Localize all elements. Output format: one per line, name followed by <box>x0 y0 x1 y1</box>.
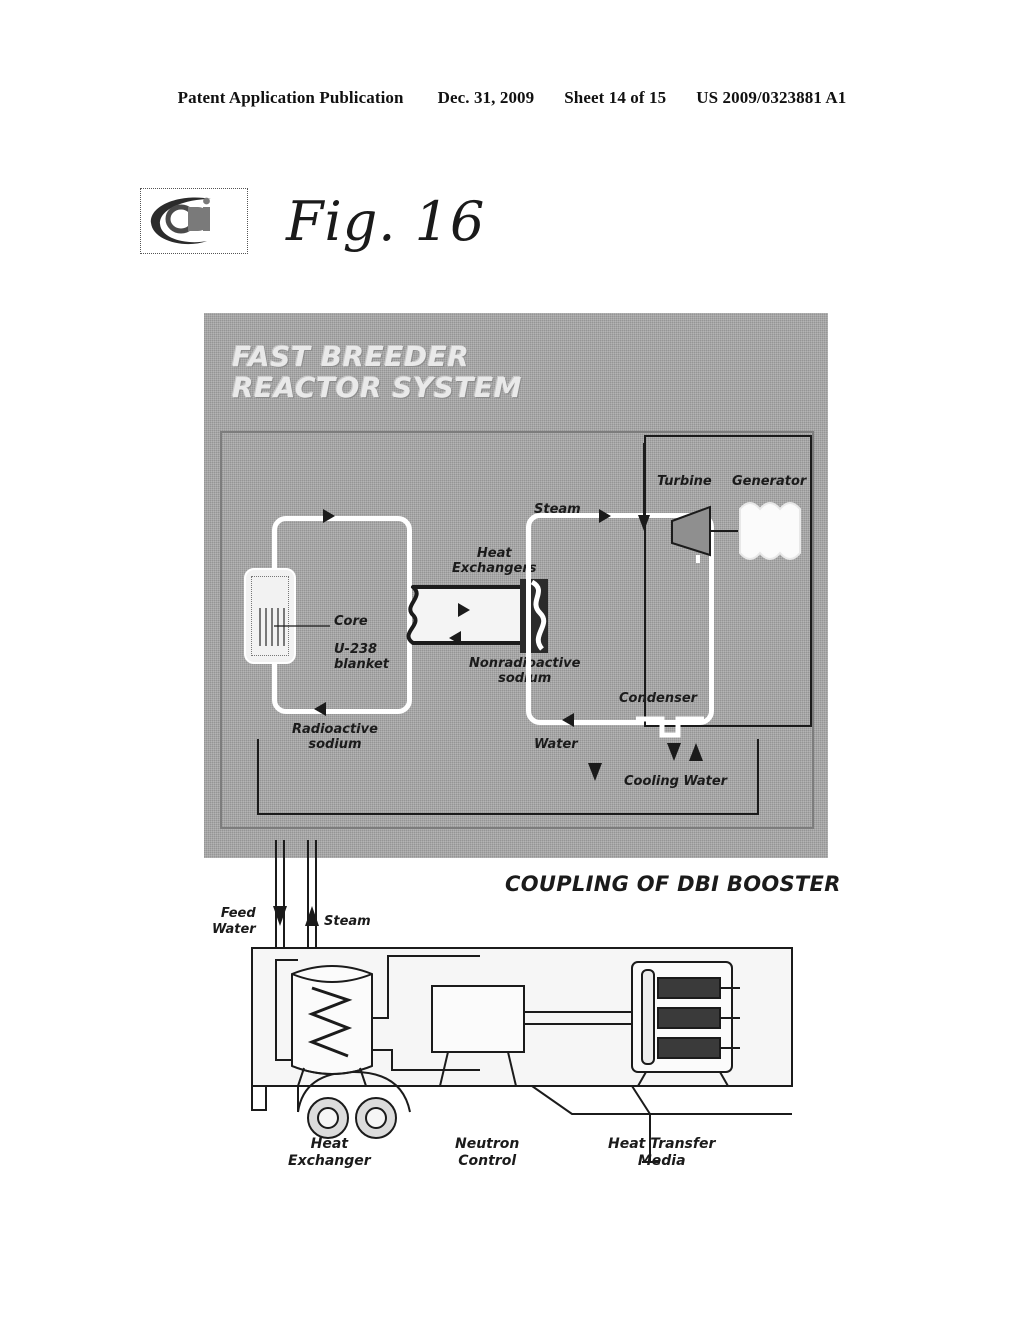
panel-title-line2: REACTOR SYSTEM <box>232 371 522 405</box>
label-hx-bottom-line1: Heat <box>310 1136 349 1152</box>
panel-inner-frame <box>220 431 814 829</box>
header-sheet: Sheet 14 of 15 <box>564 88 667 107</box>
coupling-caption: COUPLING OF DBI BOOSTER <box>505 872 841 896</box>
panel-title: FAST BREEDER REACTOR SYSTEM <box>232 341 522 404</box>
fast-breeder-reactor-panel: FAST BREEDER REACTOR SYSTEM Core U-238 b… <box>204 313 828 858</box>
dbi-logo <box>140 188 248 254</box>
header-doc-number: US 2009/0323881 A1 <box>696 88 847 107</box>
figure-label: Fig. 16 <box>286 189 486 253</box>
label-nc-line2: Control <box>458 1152 517 1169</box>
figure-title-row: Fig. 16 <box>140 188 485 254</box>
label-nc-line1: Neutron <box>455 1136 520 1152</box>
page-header: Patent Application Publication Dec. 31, … <box>0 88 1024 108</box>
label-neutron-control: Neutron Control <box>455 1136 519 1170</box>
label-hx-bottom-line2: Exchanger <box>288 1152 371 1169</box>
header-date: Dec. 31, 2009 <box>437 88 535 107</box>
label-htm-line2: Media <box>637 1152 686 1169</box>
label-heat-exchanger: Heat Exchanger <box>288 1136 371 1170</box>
label-htm-line1: Heat Transfer <box>608 1136 716 1152</box>
header-publication: Patent Application Publication <box>177 88 404 107</box>
dbi-logo-icon <box>150 197 211 245</box>
label-heat-transfer-media: Heat Transfer Media <box>608 1136 715 1170</box>
panel-title-line1: FAST BREEDER <box>232 340 470 373</box>
